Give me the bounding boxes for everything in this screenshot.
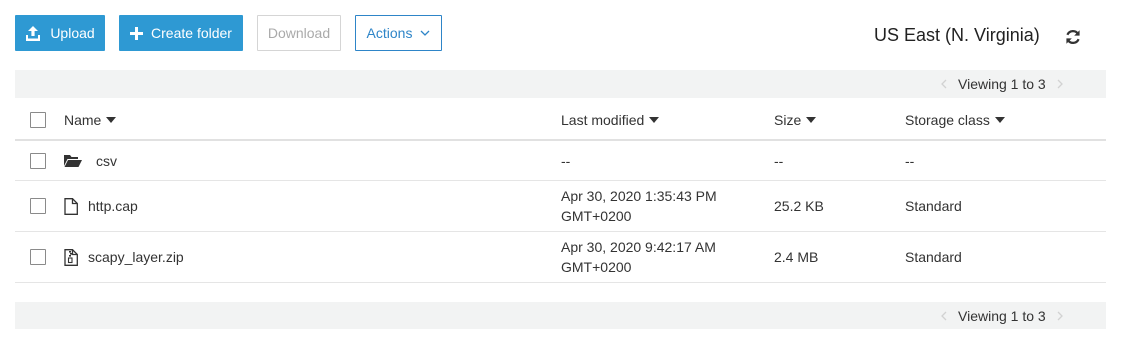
- sort-caret-down-icon: [994, 116, 1005, 123]
- pager-bottom: Viewing 1 to 3: [941, 302, 1063, 329]
- pagination-bar-top: Viewing 1 to 3: [15, 70, 1106, 98]
- sort-caret-down-icon: [806, 116, 817, 123]
- upload-icon: [25, 25, 41, 41]
- table-row[interactable]: http.cap Apr 30, 2020 1:35:43 PM GMT+020…: [15, 181, 1106, 232]
- refresh-icon[interactable]: [1064, 28, 1082, 46]
- column-header-last-modified[interactable]: Last modified: [561, 111, 660, 128]
- pagination-bar-bottom: Viewing 1 to 3: [15, 302, 1106, 329]
- column-header-size[interactable]: Size: [774, 111, 817, 128]
- toolbar: Upload Create folder Download Actions US…: [0, 0, 1136, 60]
- plus-icon: [130, 26, 144, 40]
- size-value: 2.4 MB: [774, 249, 819, 265]
- storage-class-value: Standard: [905, 198, 962, 214]
- object-name-link[interactable]: csv: [96, 153, 117, 169]
- storage-class-value: Standard: [905, 249, 962, 265]
- upload-button[interactable]: Upload: [15, 15, 105, 51]
- size-value: 25.2 KB: [774, 198, 824, 214]
- table-header-row: Name Last modified Size Storage class: [15, 100, 1106, 141]
- column-header-name[interactable]: Name: [64, 111, 117, 128]
- region-label: US East (N. Virginia): [874, 25, 1040, 45]
- create-folder-button-label: Create folder: [151, 25, 232, 41]
- column-header-storage-class-label: Storage class: [905, 111, 990, 128]
- row-checkbox[interactable]: [30, 152, 46, 169]
- actions-button-label: Actions: [366, 25, 413, 41]
- last-modified-value: --: [561, 152, 571, 169]
- create-folder-button[interactable]: Create folder: [119, 15, 243, 51]
- column-header-last-modified-label: Last modified: [561, 111, 645, 128]
- file-icon: [64, 197, 78, 215]
- row-checkbox[interactable]: [30, 198, 46, 214]
- column-header-size-label: Size: [774, 111, 802, 128]
- upload-button-label: Upload: [50, 25, 95, 41]
- chevron-left-icon[interactable]: [941, 311, 947, 321]
- object-name-link[interactable]: http.cap: [88, 198, 138, 214]
- folder-open-icon: [64, 154, 82, 168]
- chevron-down-icon: [420, 30, 430, 36]
- download-button[interactable]: Download: [257, 15, 341, 51]
- objects-table: Name Last modified Size Storage class cs…: [15, 100, 1106, 283]
- table-row[interactable]: csv -- -- --: [15, 141, 1106, 181]
- object-name-link[interactable]: scapy_layer.zip: [88, 249, 184, 265]
- last-modified-timezone: GMT+0200: [561, 259, 632, 275]
- last-modified-timezone: GMT+0200: [561, 208, 632, 224]
- select-all-checkbox[interactable]: [30, 111, 46, 128]
- row-checkbox[interactable]: [30, 249, 46, 265]
- last-modified-value: Apr 30, 2020 9:42:17 AM: [561, 239, 716, 255]
- pagination-text: Viewing 1 to 3: [958, 307, 1046, 324]
- column-header-name-label: Name: [64, 111, 102, 128]
- column-header-storage-class[interactable]: Storage class: [905, 112, 1005, 128]
- sort-caret-down-icon: [649, 116, 660, 123]
- pager-top: Viewing 1 to 3: [941, 70, 1063, 98]
- chevron-right-icon[interactable]: [1057, 311, 1063, 321]
- download-button-label: Download: [267, 25, 331, 41]
- chevron-left-icon[interactable]: [941, 79, 947, 89]
- actions-dropdown-button[interactable]: Actions: [355, 15, 442, 51]
- storage-class-value: --: [905, 152, 915, 169]
- chevron-right-icon[interactable]: [1057, 79, 1063, 89]
- pagination-text: Viewing 1 to 3: [958, 76, 1046, 92]
- size-value: --: [774, 152, 784, 169]
- last-modified-value: Apr 30, 2020 1:35:43 PM: [561, 188, 717, 204]
- zip-file-icon: [64, 248, 78, 266]
- sort-caret-down-icon: [106, 116, 117, 123]
- table-row[interactable]: scapy_layer.zip Apr 30, 2020 9:42:17 AM …: [15, 232, 1106, 283]
